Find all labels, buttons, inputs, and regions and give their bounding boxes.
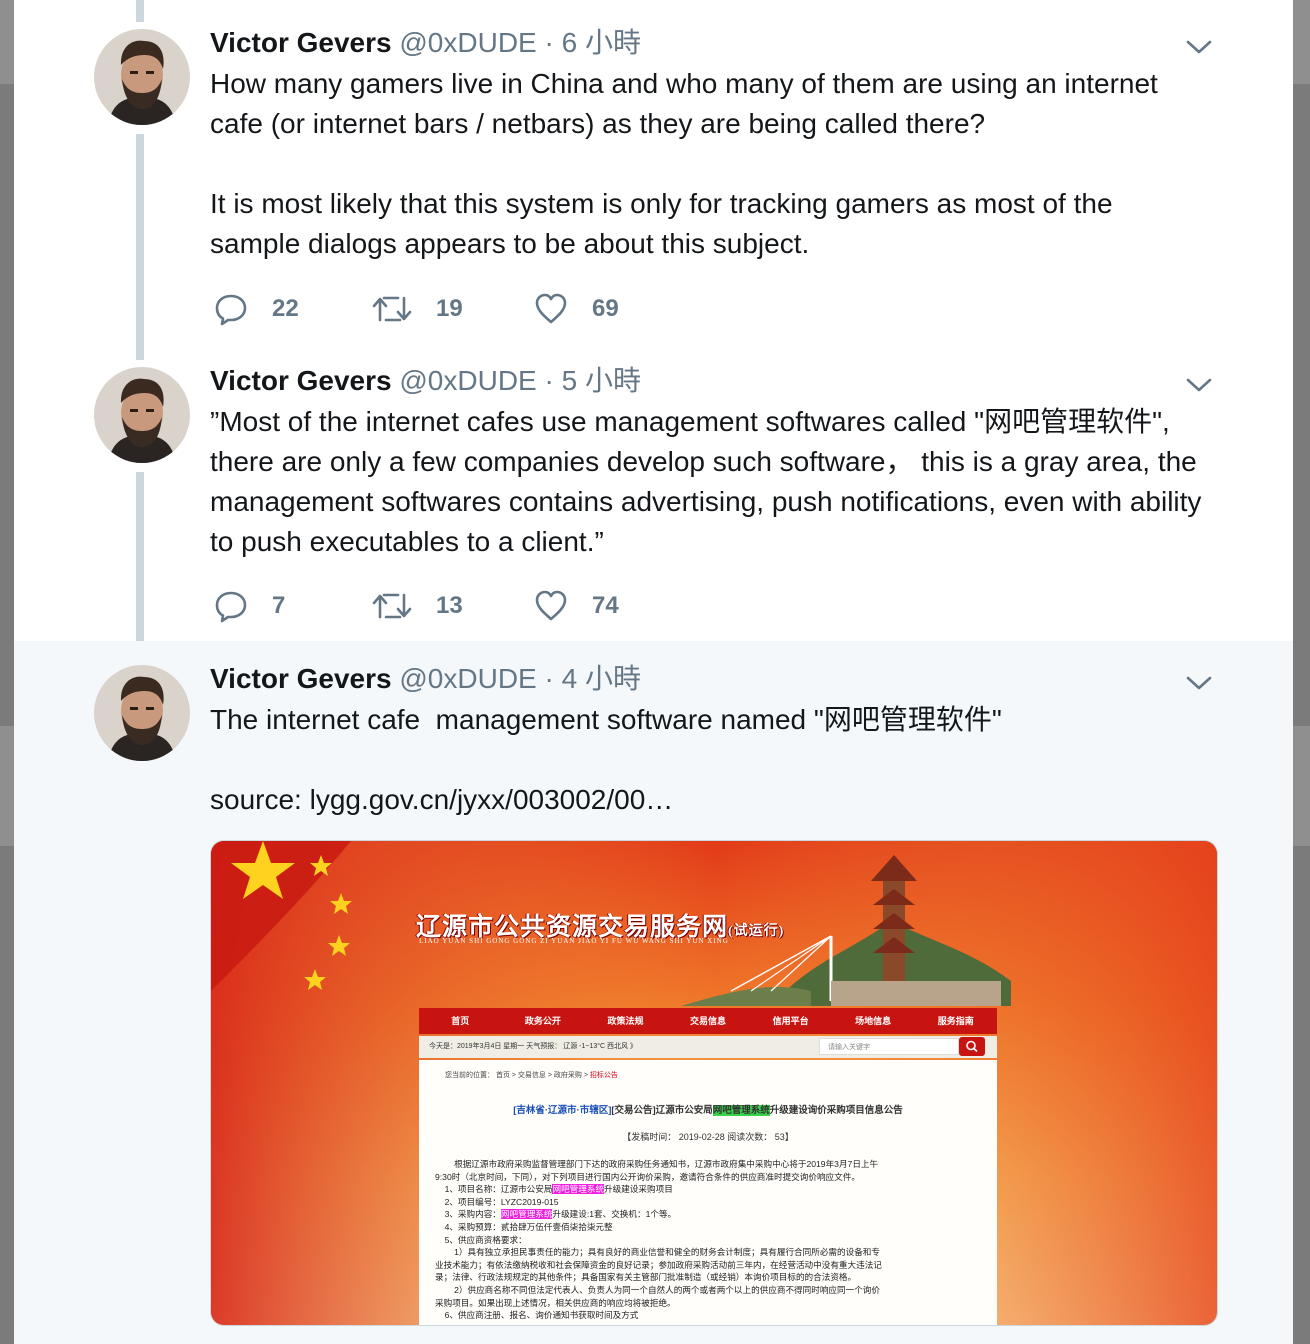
avatar-image — [94, 367, 190, 463]
doc-title-pre: [交易公告]辽源市公安局 — [611, 1105, 713, 1116]
doc-item-5: 5、供应商资格要求： 1）具有独立承担民事责任的能力；具有良好的商业信誉和健全的… — [435, 1234, 882, 1321]
doc-item-4: 4、采购预算：贰拾肆万伍仟壹佰柒拾柒元整 — [435, 1221, 613, 1232]
separator-dot: · — [544, 663, 554, 694]
embedded-site-subtitle: LIAO YUAN SHI GONG GONG ZI YUAN JIAO YI … — [419, 937, 729, 945]
like-button[interactable]: 74 — [534, 586, 619, 626]
embedded-nav-item: 首页 — [451, 1016, 470, 1026]
reply-button[interactable]: 22 — [214, 289, 299, 329]
embedded-nav-bar: 首页 政务公开 政策法规 交易信息 信用平台 场地信息 服务指南 — [419, 1008, 997, 1034]
embedded-nav-item: 政策法规 — [607, 1016, 644, 1026]
reply-icon — [214, 292, 248, 326]
separator-dot: · — [544, 365, 554, 396]
doc-item-1-highlight: 网吧管理系统 — [552, 1184, 605, 1195]
thread-line — [136, 472, 144, 658]
doc-item-2: 2、项目编号：LYZC2019-015 — [435, 1196, 559, 1207]
tweet-timestamp[interactable]: 5 小時 — [562, 365, 641, 396]
avatar-image — [94, 665, 190, 761]
doc-item-3-pre: 3、采购内容： — [435, 1209, 501, 1220]
embedded-nav-item: 政务公开 — [524, 1016, 561, 1026]
separator-dot: · — [544, 27, 554, 58]
chevron-down-icon[interactable] — [1186, 372, 1212, 398]
site-title-suffix: (试运行) — [728, 924, 785, 939]
like-count: 69 — [592, 295, 619, 322]
retweet-count: 13 — [436, 592, 463, 619]
tweet-header: Victor Gevers @0xDUDE · 6 小時 — [210, 26, 641, 60]
thread-line — [136, 0, 144, 22]
doc-item-3-highlight: 网吧管理系统 — [500, 1209, 553, 1220]
avatar[interactable] — [94, 29, 190, 125]
avatar[interactable] — [94, 367, 190, 463]
embedded-breadcrumb: 您当前的位置： 首页 > 交易信息 > 政府采购 > 招标公告 — [445, 1070, 618, 1080]
heart-icon — [534, 292, 568, 326]
reply-count: 22 — [272, 295, 299, 322]
doc-item-1-pre: 1、项目名称：辽源市公安局 — [435, 1184, 553, 1195]
heart-icon — [534, 589, 568, 623]
reply-icon — [214, 589, 248, 623]
retweet-count: 19 — [436, 295, 463, 322]
breadcrumb-current: 招标公告 — [589, 1072, 618, 1079]
retweet-icon — [372, 292, 412, 326]
breadcrumb-path: 您当前的位置： 首页 > 交易信息 > 政府采购 > — [445, 1072, 590, 1079]
doc-title-region: [吉林省·辽源市·市辖区] — [513, 1105, 612, 1116]
embedded-search-field: 请输入关键字 — [819, 1038, 959, 1055]
tweet-header: Victor Gevers @0xDUDE · 4 小時 — [210, 662, 641, 696]
retweet-button[interactable]: 19 — [372, 289, 463, 329]
reply-count: 7 — [272, 592, 286, 619]
embedded-document: 您当前的位置： 首页 > 交易信息 > 政府采购 > 招标公告 [吉林省·辽源市… — [419, 1060, 997, 1325]
avatar[interactable] — [94, 665, 190, 761]
embedded-doc-title: [吉林省·辽源市·市辖区][交易公告]辽源市公安局网吧管理系统升级建设询价采购项… — [419, 1102, 997, 1116]
like-button[interactable]: 69 — [534, 289, 619, 329]
retweet-button[interactable]: 13 — [372, 586, 463, 626]
doc-title-highlight: 网吧管理系统 — [712, 1105, 770, 1116]
author-handle[interactable]: @0xDUDE — [399, 663, 536, 694]
embedded-doc-body: 根据辽源市政府采购监督管理部门下达的政府采购任务通知书，辽源市政府集中采购中心将… — [435, 1158, 983, 1322]
reply-button[interactable]: 7 — [214, 586, 285, 626]
avatar-image — [94, 29, 190, 125]
chevron-down-icon[interactable] — [1186, 34, 1212, 60]
doc-item-3-post: 升级建设:1套、交换机：1个等。 — [552, 1209, 677, 1220]
embedded-date-weather: 今天是：2019年3月4日 星期一 天气预报： 辽源 -1~13°C 西北风 》 — [429, 1043, 637, 1050]
tweet-media-image[interactable]: 辽源市公共资源交易服务网(试运行) LIAO YUAN SHI GONG GON… — [210, 840, 1218, 1326]
tweet-timestamp[interactable]: 4 小時 — [562, 663, 641, 694]
doc-item-1-post: 升级建设采购项目 — [604, 1184, 673, 1195]
like-count: 74 — [592, 592, 619, 619]
chevron-down-icon[interactable] — [1186, 670, 1212, 696]
tweet-header: Victor Gevers @0xDUDE · 5 小時 — [210, 364, 641, 398]
author-handle[interactable]: @0xDUDE — [399, 27, 536, 58]
embedded-doc-meta: 【发稿时间： 2019-02-28 阅读次数： 53】 — [622, 1132, 794, 1142]
author-name[interactable]: Victor Gevers — [210, 663, 392, 694]
embedded-nav-item: 场地信息 — [855, 1016, 892, 1026]
search-icon — [959, 1037, 985, 1056]
doc-title-post: 升级建设询价采购项目信息公告 — [769, 1105, 903, 1116]
embedded-nav-item: 信用平台 — [772, 1016, 809, 1026]
doc-para: 根据辽源市政府采购监督管理部门下达的政府采购任务通知书，辽源市政府集中采购中心将… — [435, 1159, 879, 1182]
tweet-text: ”Most of the internet cafes use manageme… — [210, 406, 1210, 557]
retweet-icon — [372, 589, 412, 623]
embedded-nav-item: 交易信息 — [690, 1016, 727, 1026]
tweet-timestamp[interactable]: 6 小時 — [562, 27, 641, 58]
author-name[interactable]: Victor Gevers — [210, 365, 392, 396]
thread-line — [136, 134, 144, 360]
tweet-text: How many gamers live in China and who ma… — [210, 68, 1158, 259]
author-name[interactable]: Victor Gevers — [210, 27, 392, 58]
tweet-text: The internet cafe management software na… — [210, 704, 1002, 815]
embedded-nav-item: 服务指南 — [937, 1016, 974, 1026]
author-handle[interactable]: @0xDUDE — [399, 365, 536, 396]
